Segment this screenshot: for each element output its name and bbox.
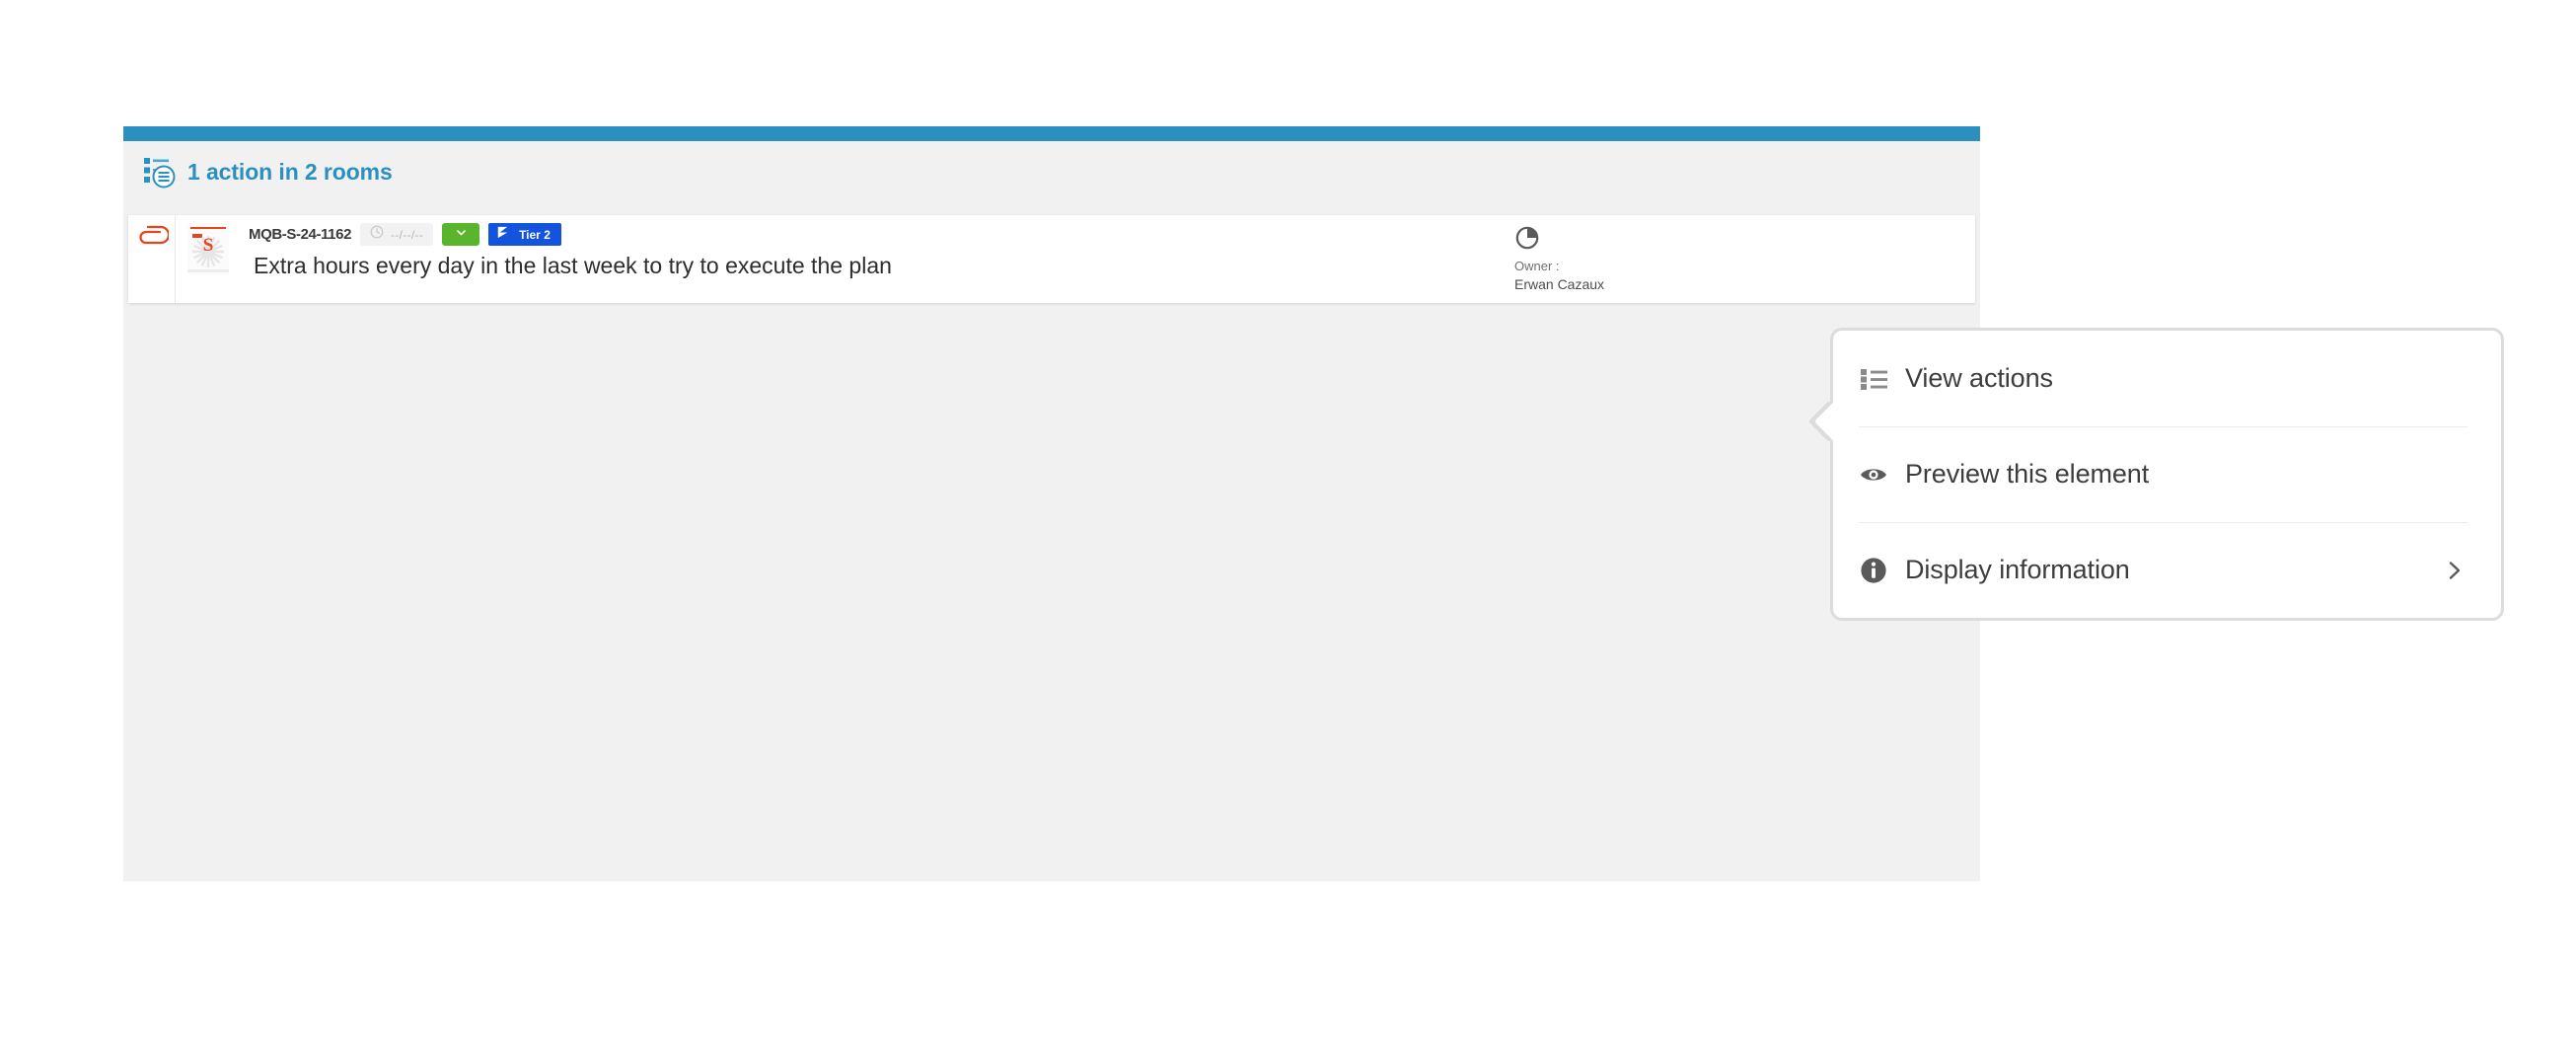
tier-label: Tier 2	[519, 227, 551, 242]
info-icon	[1859, 556, 1888, 585]
context-menu: View actions Preview this element Displa…	[1807, 328, 2504, 621]
screen-root: 1 action in 2 rooms S MQB-S-24-1162 --/-…	[0, 0, 2576, 1058]
panel-title: 1 action in 2 rooms	[187, 158, 393, 185]
paperclip-icon[interactable]	[136, 225, 171, 251]
tier-badge[interactable]: Tier 2	[488, 223, 561, 246]
row-metadata: MQB-S-24-1162 --/--/-- Tier 2	[249, 223, 561, 246]
chevron-down-icon	[455, 226, 468, 244]
row-divider	[175, 215, 176, 303]
list-document-icon	[143, 155, 177, 189]
action-row[interactable]: S MQB-S-24-1162 --/--/-- Tier 2 Extra ho…	[128, 215, 1975, 303]
list-icon	[1859, 364, 1888, 394]
menu-item-preview-element[interactable]: Preview this element	[1859, 426, 2475, 522]
menu-item-display-information[interactable]: Display information	[1859, 522, 2475, 618]
menu-label-view-actions: View actions	[1905, 363, 2053, 393]
tier-icon	[494, 223, 511, 246]
thumbnail-letter: S	[202, 235, 214, 256]
due-date-badge[interactable]: --/--/--	[360, 223, 434, 246]
status-dropdown-button[interactable]	[442, 223, 480, 246]
document-thumbnail[interactable]: S	[187, 223, 229, 272]
menu-label-display-information: Display information	[1905, 555, 2130, 584]
clock-icon	[370, 225, 384, 244]
panel-accent-bar	[123, 126, 1980, 141]
results-panel: 1 action in 2 rooms S MQB-S-24-1162 --/-…	[123, 126, 1980, 881]
chevron-right-icon[interactable]	[2444, 560, 2466, 581]
pie-chart-icon	[1514, 225, 1540, 251]
menu-item-view-actions[interactable]: View actions	[1859, 331, 2475, 426]
action-title[interactable]: Extra hours every day in the last week t…	[254, 253, 892, 279]
eye-icon	[1859, 460, 1888, 490]
owner-label: Owner :	[1514, 259, 1560, 273]
owner-block: Owner : Erwan Cazaux	[1514, 225, 1604, 292]
panel-header: 1 action in 2 rooms	[123, 141, 1980, 202]
menu-label-preview-element: Preview this element	[1905, 459, 2150, 489]
owner-name: Erwan Cazaux	[1514, 276, 1605, 292]
reference-code: MQB-S-24-1162	[249, 226, 352, 243]
context-menu-list: View actions Preview this element Displa…	[1833, 331, 2501, 618]
due-date-value: --/--/--	[391, 227, 424, 242]
thumbnail-rule	[190, 227, 226, 229]
